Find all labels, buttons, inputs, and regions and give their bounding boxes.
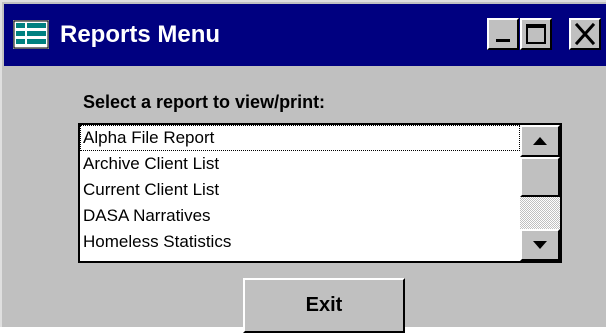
minimize-icon xyxy=(496,39,510,42)
list-scrollbar[interactable] xyxy=(520,125,560,261)
scroll-down-arrow-icon xyxy=(533,241,547,249)
list-item[interactable]: DASA Narratives xyxy=(80,203,520,229)
maximize-button[interactable] xyxy=(520,18,552,50)
exit-button[interactable]: Exit xyxy=(243,278,405,333)
title-bar[interactable]: Reports Menu xyxy=(4,4,606,66)
list-item[interactable]: Homeless Statistics xyxy=(80,229,520,255)
close-icon xyxy=(574,22,596,46)
close-button[interactable] xyxy=(569,18,601,50)
scroll-up-button[interactable] xyxy=(520,125,560,157)
list-item[interactable]: Alpha File Report xyxy=(80,125,520,151)
maximize-icon xyxy=(526,24,546,44)
reports-menu-window: Reports Menu Select a report to view/pri… xyxy=(0,0,606,333)
report-prompt-label: Select a report to view/print: xyxy=(83,92,326,112)
report-listbox[interactable]: Alpha File Report Archive Client List Cu… xyxy=(78,123,562,263)
scroll-thumb[interactable] xyxy=(520,157,560,197)
window-title: Reports Menu xyxy=(60,21,221,48)
list-item[interactable]: Current Client List xyxy=(80,177,520,203)
report-list: Alpha File Report Archive Client List Cu… xyxy=(80,125,520,261)
list-item[interactable]: Archive Client List xyxy=(80,151,520,177)
minimize-button[interactable] xyxy=(487,18,519,50)
scroll-down-button[interactable] xyxy=(520,229,560,261)
reports-app-icon[interactable] xyxy=(13,20,49,49)
scroll-up-arrow-icon xyxy=(533,137,547,145)
